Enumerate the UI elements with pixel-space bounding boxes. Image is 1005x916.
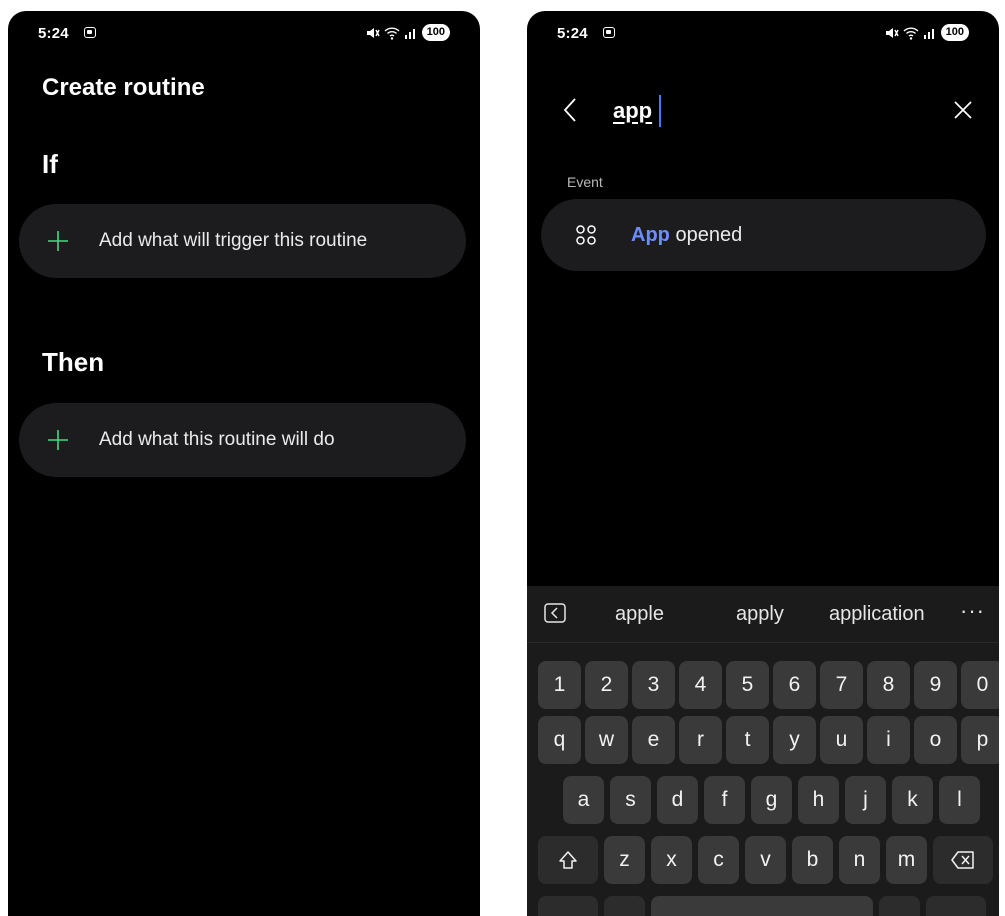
status-bar: 5:24 100 bbox=[527, 11, 999, 55]
status-time: 5:24 bbox=[557, 25, 588, 42]
key[interactable]: d bbox=[657, 776, 698, 824]
symbols-key[interactable] bbox=[538, 896, 598, 916]
key[interactable]: w bbox=[585, 716, 628, 764]
text-caret bbox=[659, 95, 661, 127]
key[interactable]: 0 bbox=[961, 661, 999, 709]
key[interactable]: z bbox=[604, 836, 645, 884]
key[interactable]: 7 bbox=[820, 661, 863, 709]
key[interactable]: 5 bbox=[726, 661, 769, 709]
backspace-icon bbox=[951, 851, 974, 869]
shift-icon bbox=[559, 851, 577, 869]
key[interactable]: 4 bbox=[679, 661, 722, 709]
key[interactable]: 8 bbox=[867, 661, 910, 709]
battery-indicator: 100 bbox=[940, 24, 969, 41]
screen-record-icon bbox=[84, 27, 96, 38]
key[interactable]: p bbox=[961, 716, 999, 764]
result-label: App opened bbox=[631, 224, 742, 247]
plus-icon bbox=[48, 430, 68, 450]
status-icons: 100 bbox=[366, 24, 450, 41]
shift-key[interactable] bbox=[538, 836, 598, 884]
create-routine-screen: 5:24 100 Create routine If Add what will bbox=[8, 11, 480, 916]
chevron-left-icon[interactable] bbox=[563, 97, 577, 123]
key[interactable]: 3 bbox=[632, 661, 675, 709]
search-condition-screen: 5:24 100 app Event App opened apple appl… bbox=[527, 11, 999, 916]
more-suggestions-icon[interactable]: ··· bbox=[960, 598, 985, 624]
signal-icon bbox=[404, 28, 415, 39]
letter-row-1: q w e r t y u i o p bbox=[538, 716, 999, 764]
backspace-key[interactable] bbox=[933, 836, 993, 884]
suggestion-3[interactable]: application bbox=[829, 603, 925, 626]
signal-icon bbox=[923, 28, 934, 39]
add-action-label: Add what this routine will do bbox=[99, 429, 335, 450]
suggestion-bar: apple apply application ··· bbox=[527, 586, 999, 643]
status-time: 5:24 bbox=[38, 25, 69, 42]
result-group-label: Event bbox=[567, 174, 603, 190]
key[interactable]: 6 bbox=[773, 661, 816, 709]
enter-key[interactable] bbox=[926, 896, 986, 916]
page-title: Create routine bbox=[42, 74, 205, 101]
mute-icon bbox=[366, 27, 380, 38]
close-icon[interactable] bbox=[953, 100, 973, 120]
key[interactable]: j bbox=[845, 776, 886, 824]
key[interactable]: l bbox=[939, 776, 980, 824]
key[interactable]: b bbox=[792, 836, 833, 884]
key[interactable]: t bbox=[726, 716, 769, 764]
space-key[interactable] bbox=[651, 896, 873, 916]
key[interactable]: g bbox=[751, 776, 792, 824]
suggestion-1[interactable]: apple bbox=[615, 603, 664, 626]
key[interactable]: q bbox=[538, 716, 581, 764]
key[interactable]: i bbox=[867, 716, 910, 764]
key[interactable]: 9 bbox=[914, 661, 957, 709]
result-match: App bbox=[631, 223, 670, 246]
key[interactable]: s bbox=[610, 776, 651, 824]
key[interactable]: o bbox=[914, 716, 957, 764]
add-action-button[interactable]: Add what this routine will do bbox=[19, 403, 466, 477]
search-input[interactable]: app bbox=[613, 98, 652, 124]
add-trigger-label: Add what will trigger this routine bbox=[99, 230, 368, 251]
key[interactable]: k bbox=[892, 776, 933, 824]
screen-record-icon bbox=[603, 27, 615, 38]
key[interactable]: c bbox=[698, 836, 739, 884]
key[interactable]: 1 bbox=[538, 661, 581, 709]
key[interactable]: x bbox=[651, 836, 692, 884]
add-trigger-button[interactable]: Add what will trigger this routine bbox=[19, 204, 466, 278]
battery-indicator: 100 bbox=[421, 24, 450, 41]
key[interactable]: a bbox=[563, 776, 604, 824]
key[interactable]: m bbox=[886, 836, 927, 884]
key[interactable]: e bbox=[632, 716, 675, 764]
then-section-title: Then bbox=[42, 347, 105, 377]
key[interactable]: n bbox=[839, 836, 880, 884]
key[interactable]: h bbox=[798, 776, 839, 824]
keyboard: apple apply application ··· 1 2 3 4 5 6 … bbox=[527, 586, 999, 916]
keyboard-collapse-icon[interactable] bbox=[544, 603, 566, 623]
key[interactable]: y bbox=[773, 716, 816, 764]
suggestion-2[interactable]: apply bbox=[736, 603, 784, 626]
key[interactable]: f bbox=[704, 776, 745, 824]
key[interactable]: v bbox=[745, 836, 786, 884]
wifi-icon bbox=[384, 26, 400, 40]
key[interactable]: r bbox=[679, 716, 722, 764]
key[interactable]: u bbox=[820, 716, 863, 764]
result-app-opened[interactable]: App opened bbox=[541, 199, 986, 271]
status-bar: 5:24 100 bbox=[8, 11, 480, 55]
period-key[interactable] bbox=[879, 896, 920, 916]
wifi-icon bbox=[903, 26, 919, 40]
status-icons: 100 bbox=[885, 24, 969, 41]
if-section-title: If bbox=[42, 149, 58, 179]
comma-key[interactable] bbox=[604, 896, 645, 916]
letter-row-2: a s d f g h j k l bbox=[563, 776, 980, 824]
letter-row-3: z x c v b n m bbox=[538, 836, 993, 884]
mute-icon bbox=[885, 27, 899, 38]
result-rest: opened bbox=[669, 223, 743, 246]
number-row: 1 2 3 4 5 6 7 8 9 0 bbox=[538, 661, 999, 709]
key[interactable]: 2 bbox=[585, 661, 628, 709]
plus-icon bbox=[48, 231, 68, 251]
apps-grid-icon bbox=[576, 225, 596, 245]
bottom-row bbox=[538, 896, 986, 916]
